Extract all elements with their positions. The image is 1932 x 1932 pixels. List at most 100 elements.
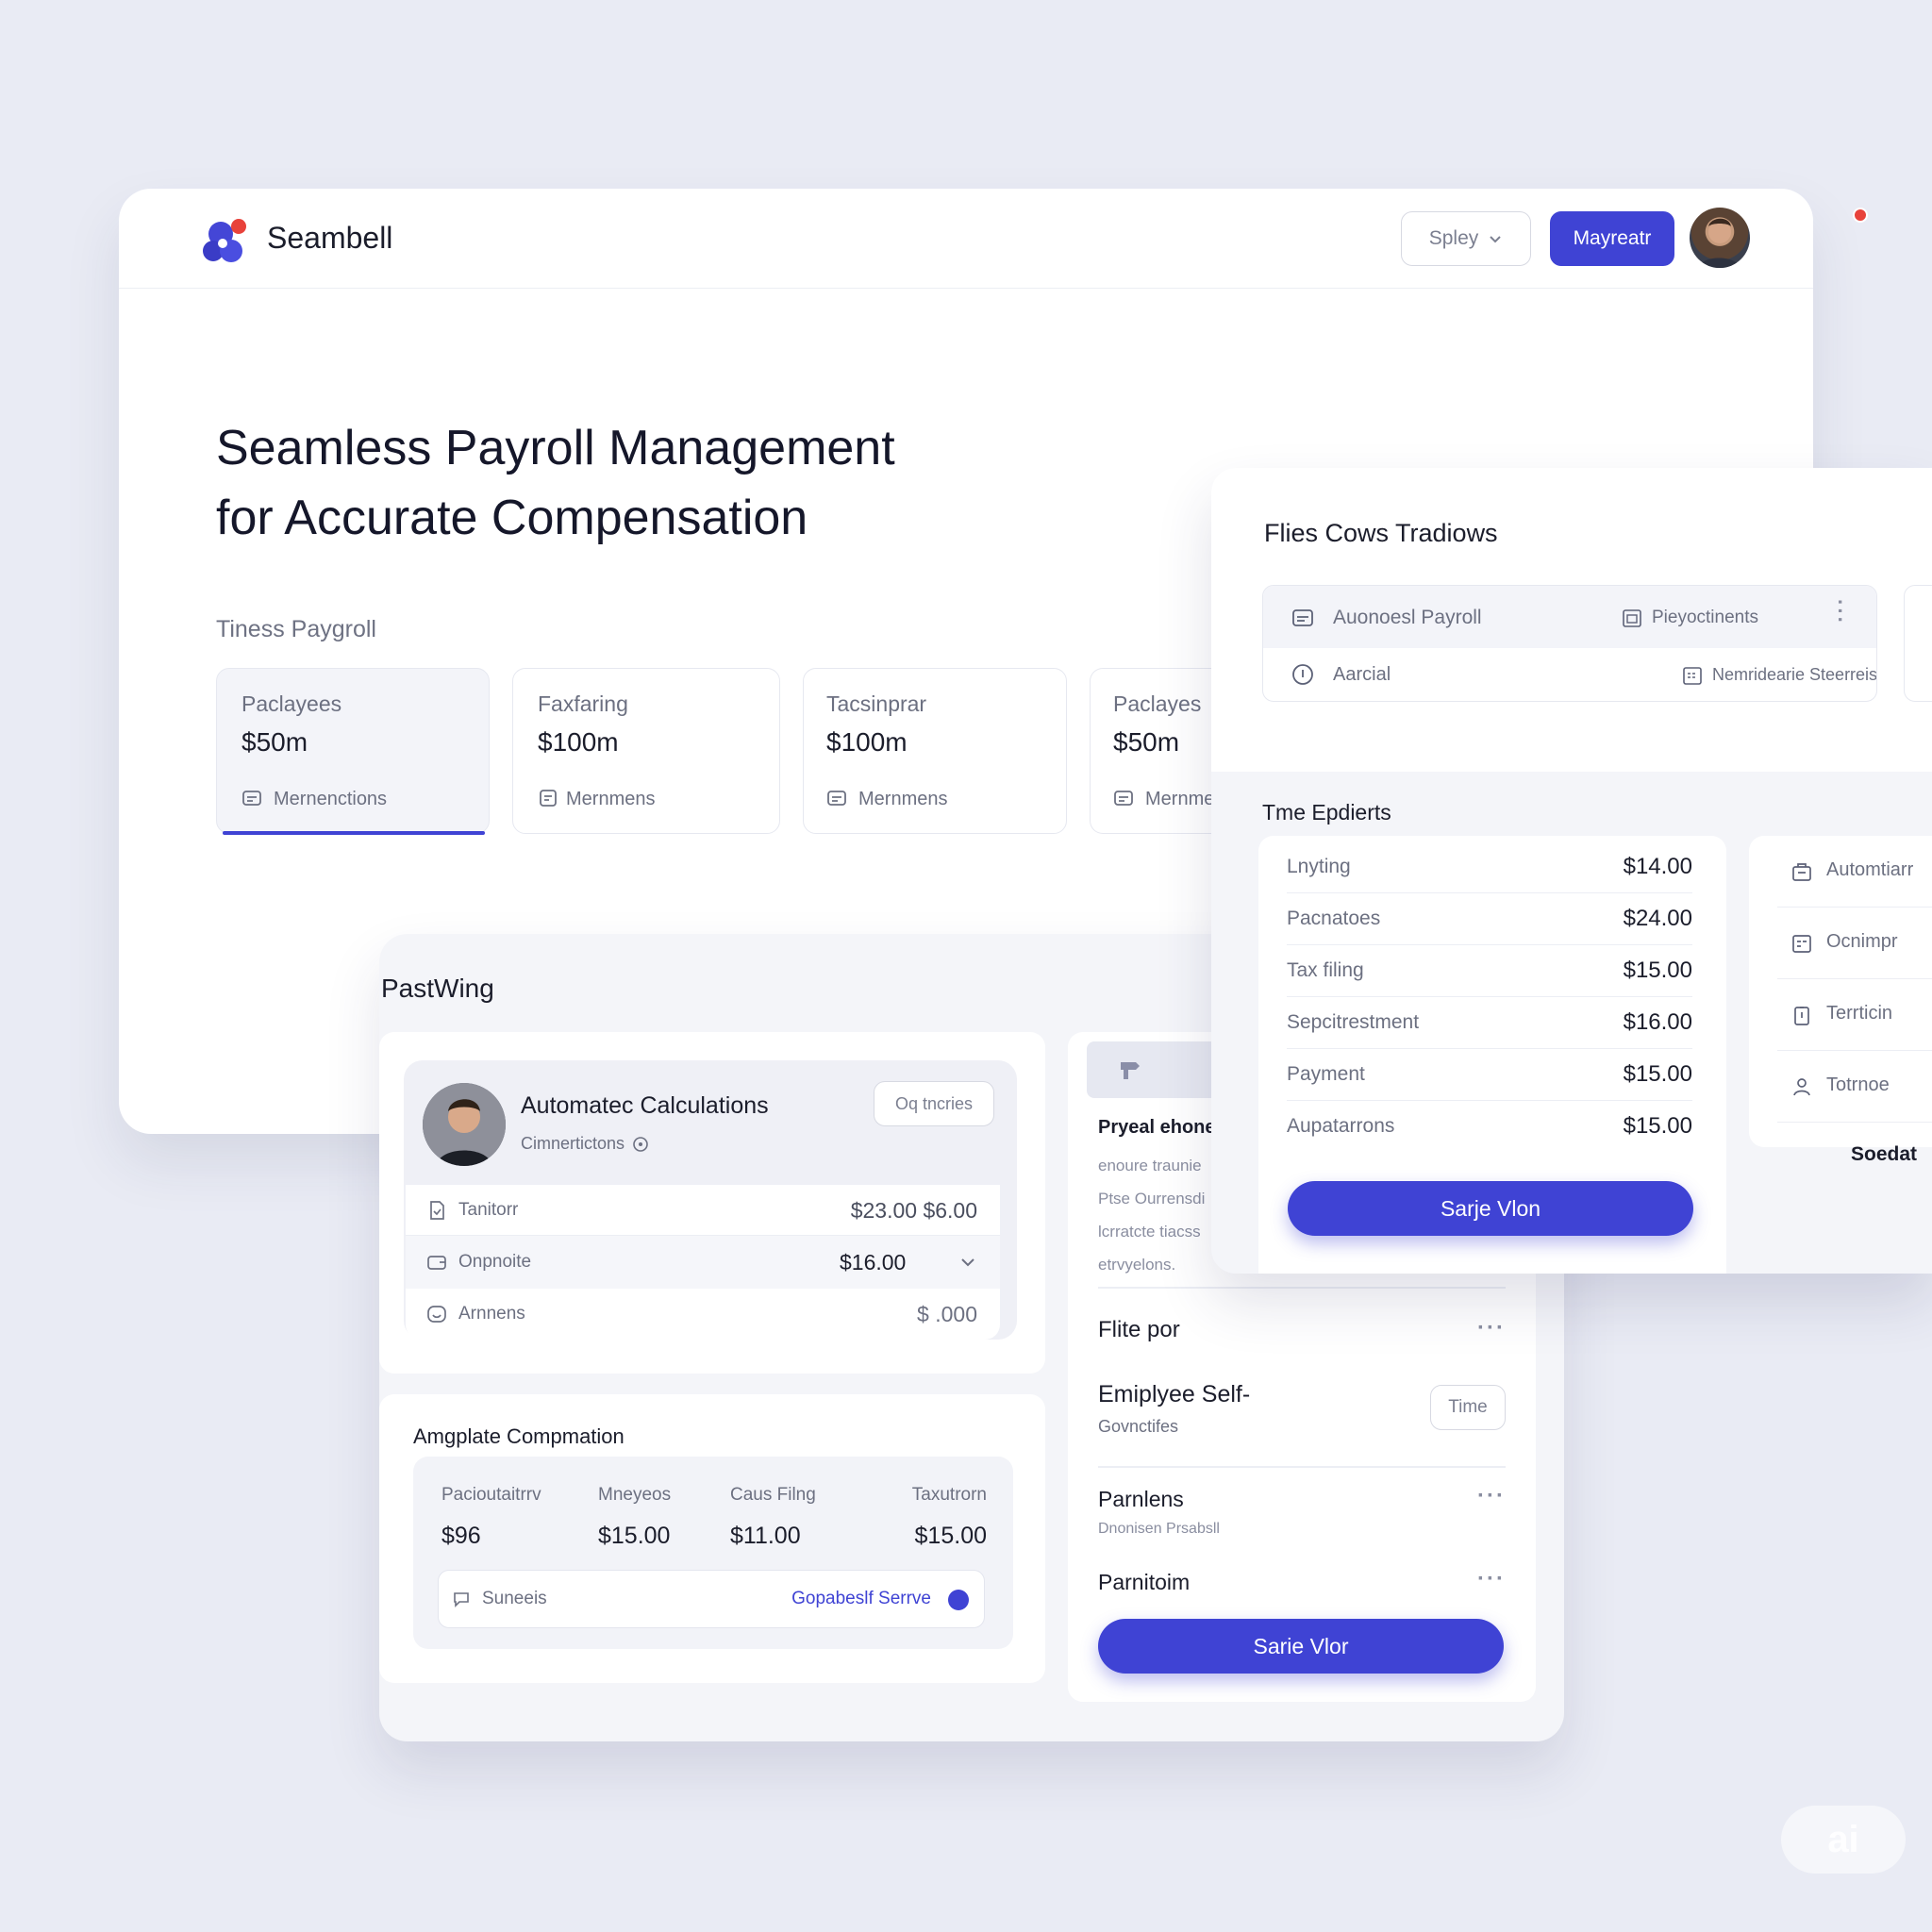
stat-value: $50m bbox=[1113, 727, 1179, 758]
profile-sub: Cimnertictons bbox=[521, 1134, 649, 1154]
smile-icon bbox=[426, 1304, 447, 1324]
pricing-value: $24.00 bbox=[1624, 906, 1692, 932]
document-check-icon bbox=[426, 1200, 447, 1221]
profile-avatar[interactable] bbox=[423, 1083, 506, 1166]
compensation-grid: Pacioutaitrrv $96 Mneyeos $15.00 Caus Fi… bbox=[413, 1457, 1013, 1649]
calendar-icon bbox=[1622, 608, 1642, 628]
pricing-row[interactable]: Aupatarrons $15.00 bbox=[1287, 1101, 1692, 1153]
pricing-label: Sepcitrestment bbox=[1287, 1011, 1419, 1034]
side-item[interactable]: Emiplyee Self- Govnctifes Time bbox=[1098, 1368, 1506, 1458]
mini-item[interactable]: Terrticin bbox=[1777, 979, 1932, 1051]
side-item[interactable]: Parnitoim ··· bbox=[1098, 1558, 1506, 1615]
document-icon bbox=[538, 788, 558, 808]
side-mini-list: Automtiarr Ocnimpr Terrticin Totrnoe bbox=[1749, 836, 1932, 1147]
stat-card[interactable]: Faxfaring $100m Mernmens bbox=[512, 668, 780, 834]
side-item-title: Parnitoim bbox=[1098, 1570, 1190, 1595]
feature-left: Auonoesl Payroll bbox=[1333, 607, 1482, 629]
side-item[interactable]: Parnlens Dnonisen Prsabsll ··· bbox=[1098, 1472, 1506, 1551]
side-card-heading: Pryeal ehone bbox=[1098, 1117, 1216, 1139]
amount-row[interactable]: Onpnoite $16.00 bbox=[406, 1236, 1000, 1289]
stat-card[interactable]: Tacsinprar $100m Mernmens bbox=[803, 668, 1067, 834]
pricing-value: $15.00 bbox=[1624, 1061, 1692, 1088]
section-label: Tiness Paygroll bbox=[216, 616, 376, 643]
feature-right: Pieyoctinents bbox=[1652, 608, 1758, 628]
mini-item[interactable]: Automtiarr bbox=[1777, 836, 1932, 908]
compensation-footer[interactable]: Suneeis Gopabeslf Serrve bbox=[438, 1570, 985, 1628]
document-icon bbox=[242, 788, 262, 808]
amount-value: $  .000 bbox=[917, 1302, 977, 1327]
comp-col-label: Mneyeos bbox=[598, 1485, 671, 1506]
calendar-icon bbox=[1790, 932, 1813, 955]
side-card-line: etrvyelons. bbox=[1098, 1248, 1205, 1281]
footer-left-text: Suneeis bbox=[482, 1589, 547, 1609]
side-card-line: lcrratcte tiacss bbox=[1098, 1215, 1205, 1248]
more-icon[interactable]: ··· bbox=[1477, 1483, 1506, 1509]
pricing-row[interactable]: Lnyting $14.00 bbox=[1287, 841, 1692, 893]
side-card-tab[interactable] bbox=[1087, 1041, 1228, 1098]
side-caption: Soedat bbox=[1851, 1143, 1917, 1166]
profile-action-pill[interactable]: Oq tncries bbox=[874, 1081, 994, 1126]
mini-item-label: Ocnimpr bbox=[1826, 931, 1898, 953]
pricing-rows: Lnyting $14.00 Pacnatoes $24.00 Tax fili… bbox=[1287, 841, 1692, 1153]
amount-row[interactable]: Arnnens $  .000 bbox=[406, 1289, 1000, 1340]
side-item-title: Emiplyee Self- bbox=[1098, 1381, 1250, 1408]
more-vertical-icon[interactable]: ··· bbox=[1835, 599, 1844, 625]
amount-row[interactable]: Tanitorr $23.00 $6.00 bbox=[406, 1185, 1000, 1236]
dropdown-button[interactable]: Spley bbox=[1401, 211, 1531, 266]
mini-item[interactable]: Totrnoe bbox=[1777, 1051, 1932, 1123]
side-item[interactable]: Flite por ··· bbox=[1098, 1306, 1506, 1362]
side-card-button-label: Sarie Vlor bbox=[1254, 1634, 1349, 1659]
pricing-row[interactable]: Payment $15.00 bbox=[1287, 1049, 1692, 1101]
comp-col-label: Pacioutaitrrv bbox=[441, 1485, 541, 1506]
calculations-card: Automatec Calculations Cimnertictons Oq … bbox=[379, 1032, 1045, 1374]
comp-col-value: $96 bbox=[441, 1523, 481, 1550]
brand-name[interactable]: Seambell bbox=[267, 221, 392, 256]
avatar[interactable] bbox=[1690, 208, 1750, 268]
pricing-table: Lnyting $14.00 Pacnatoes $24.00 Tax fili… bbox=[1258, 836, 1726, 1274]
amount-list: Tanitorr $23.00 $6.00 Onpnoite $16.00 Ar… bbox=[406, 1185, 1000, 1340]
feature-row[interactable]: Auonoesl Payroll Pieyoctinents ··· bbox=[1263, 586, 1877, 648]
mini-item-label: Terrticin bbox=[1826, 1003, 1892, 1024]
stat-label: Faxfaring bbox=[538, 691, 628, 717]
amount-value: $23.00 $6.00 bbox=[851, 1198, 977, 1224]
side-item-title: Flite por bbox=[1098, 1317, 1180, 1343]
clipboard-icon bbox=[1790, 1004, 1813, 1026]
stat-footer: Mernenctions bbox=[274, 789, 387, 810]
more-icon[interactable]: ··· bbox=[1477, 1315, 1506, 1341]
document-icon bbox=[826, 788, 847, 808]
brand-logo-icon bbox=[200, 213, 255, 268]
feature-row[interactable]: Aarcial Nemridearie Steerreis bbox=[1263, 648, 1877, 702]
compensation-title: Amgplate Compmation bbox=[413, 1424, 625, 1449]
stat-footer: Mernmens bbox=[858, 789, 947, 810]
hammer-icon bbox=[1117, 1057, 1145, 1083]
pricing-primary-button[interactable]: Sarje Vlon bbox=[1288, 1181, 1693, 1236]
pricing-row[interactable]: Pacnatoes $24.00 bbox=[1287, 893, 1692, 945]
stat-value: $100m bbox=[538, 727, 619, 758]
document-icon bbox=[1113, 788, 1134, 808]
pricing-label: Payment bbox=[1287, 1063, 1365, 1086]
amount-label: Tanitorr bbox=[458, 1200, 518, 1221]
comp-col-label: Caus Filng bbox=[730, 1485, 816, 1506]
chevron-down-icon[interactable] bbox=[958, 1253, 977, 1272]
side-card-primary-button[interactable]: Sarie Vlor bbox=[1098, 1619, 1504, 1674]
footer-right-text[interactable]: Gopabeslf Serrve bbox=[791, 1589, 931, 1609]
time-pill[interactable]: Time bbox=[1430, 1385, 1506, 1430]
primary-header-label: Mayreatr bbox=[1574, 227, 1652, 250]
mini-item[interactable]: Ocnimpr bbox=[1777, 908, 1932, 979]
profile-sub-text: Cimnertictons bbox=[521, 1134, 625, 1154]
hero-title: Seamless Payroll Management for Accurate… bbox=[216, 413, 895, 553]
stat-card[interactable]: Paclayes $50m Mernme bbox=[1090, 668, 1222, 834]
pricing-row[interactable]: Tax filing $15.00 bbox=[1287, 945, 1692, 997]
hero-title-line-2: for Accurate Compensation bbox=[216, 483, 895, 553]
mini-item-label: Totrnoe bbox=[1826, 1074, 1890, 1096]
info-circle-icon bbox=[1291, 663, 1314, 686]
stat-card[interactable]: Paclayees $50m Mernenctions bbox=[216, 668, 490, 834]
watermark-badge: ai bbox=[1781, 1806, 1906, 1874]
pricing-row[interactable]: Sepcitrestment $16.00 bbox=[1287, 997, 1692, 1049]
primary-header-button[interactable]: Mayreatr bbox=[1550, 211, 1674, 266]
compensation-card: Amgplate Compmation Pacioutaitrrv $96 Mn… bbox=[379, 1394, 1045, 1683]
feature-list-edge bbox=[1904, 585, 1932, 702]
more-icon[interactable]: ··· bbox=[1477, 1566, 1506, 1592]
side-card-line: Ptse Ourrensdi bbox=[1098, 1182, 1205, 1215]
side-item-sub: Govnctifes bbox=[1098, 1417, 1178, 1437]
